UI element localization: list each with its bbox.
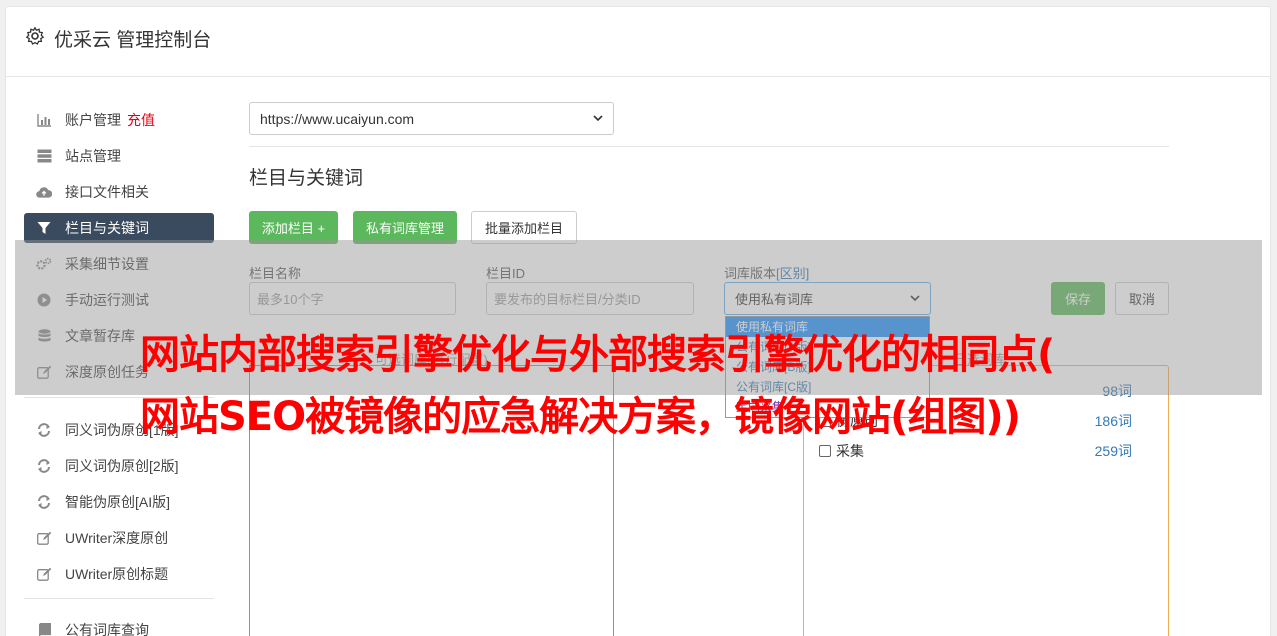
- edit-icon: [36, 566, 52, 582]
- sidebar-item-sites[interactable]: 站点管理: [24, 141, 214, 171]
- book-icon: [36, 622, 52, 636]
- site-select[interactable]: https://www.ucaiyun.com: [249, 102, 614, 135]
- page-title: 优采云 管理控制台: [54, 30, 212, 51]
- sidebar-item-label: UWriter原创标题: [65, 566, 169, 582]
- lib-count: 259词: [1094, 443, 1132, 459]
- sidebar-item-label: 同义词伪原创[2版]: [65, 458, 179, 474]
- lib-checkbox-row[interactable]: 采集 259词: [819, 441, 1149, 461]
- refresh-icon: [36, 422, 52, 438]
- divider: [249, 146, 1169, 147]
- sidebar-item-uwriter-deep[interactable]: UWriter深度原创: [24, 523, 214, 553]
- chevron-down-icon: [593, 115, 603, 122]
- recharge-link[interactable]: 充值: [127, 110, 155, 130]
- sidebar-item-synonym-v2[interactable]: 同义词伪原创[2版]: [24, 451, 214, 481]
- sidebar-item-api-files[interactable]: 接口文件相关: [24, 177, 214, 207]
- refresh-icon: [36, 494, 52, 510]
- sidebar-divider: [24, 598, 214, 599]
- sidebar-item-label: UWriter深度原创: [65, 530, 169, 546]
- sidebar-item-label: 公有词库查询: [65, 622, 149, 636]
- sidebar-item-columns-keywords[interactable]: 栏目与关键词: [24, 213, 214, 243]
- sidebar-item-uwriter-title[interactable]: UWriter原创标题: [24, 559, 214, 589]
- sidebar-item-account[interactable]: 账户管理 充值: [24, 105, 214, 135]
- sidebar-item-label: 账户管理: [65, 112, 121, 128]
- sidebar-item-public-lib-query[interactable]: 公有词库查询: [24, 615, 214, 636]
- sidebar-item-label: 智能伪原创[AI版]: [65, 494, 171, 510]
- site-select-value: https://www.ucaiyun.com: [260, 110, 415, 127]
- sidebar-item-label: 接口文件相关: [65, 184, 149, 200]
- checkbox[interactable]: [819, 445, 831, 457]
- lib-count: 186词: [1094, 413, 1132, 429]
- lib-label: 采集: [836, 443, 864, 459]
- overlay-title-line1: 网站内部搜索引擎优化与外部搜索引擎优化的相同点(: [140, 332, 1055, 378]
- section-title: 栏目与关键词: [249, 168, 364, 189]
- sidebar-item-ai-rewrite[interactable]: 智能伪原创[AI版]: [24, 487, 214, 517]
- bar-chart-icon: [36, 112, 52, 128]
- filter-icon: [36, 220, 52, 236]
- overlay-title-line2: 网站SEO被镜像的应急解决方案，镜像网站(组图)): [140, 394, 1021, 440]
- gear-icon: [25, 26, 45, 45]
- server-icon: [36, 148, 52, 164]
- cloud-upload-icon: [36, 184, 52, 200]
- edit-icon: [36, 530, 52, 546]
- refresh-icon: [36, 458, 52, 474]
- sidebar-item-label: 栏目与关键词: [65, 220, 149, 236]
- sidebar-item-label: 站点管理: [65, 148, 121, 164]
